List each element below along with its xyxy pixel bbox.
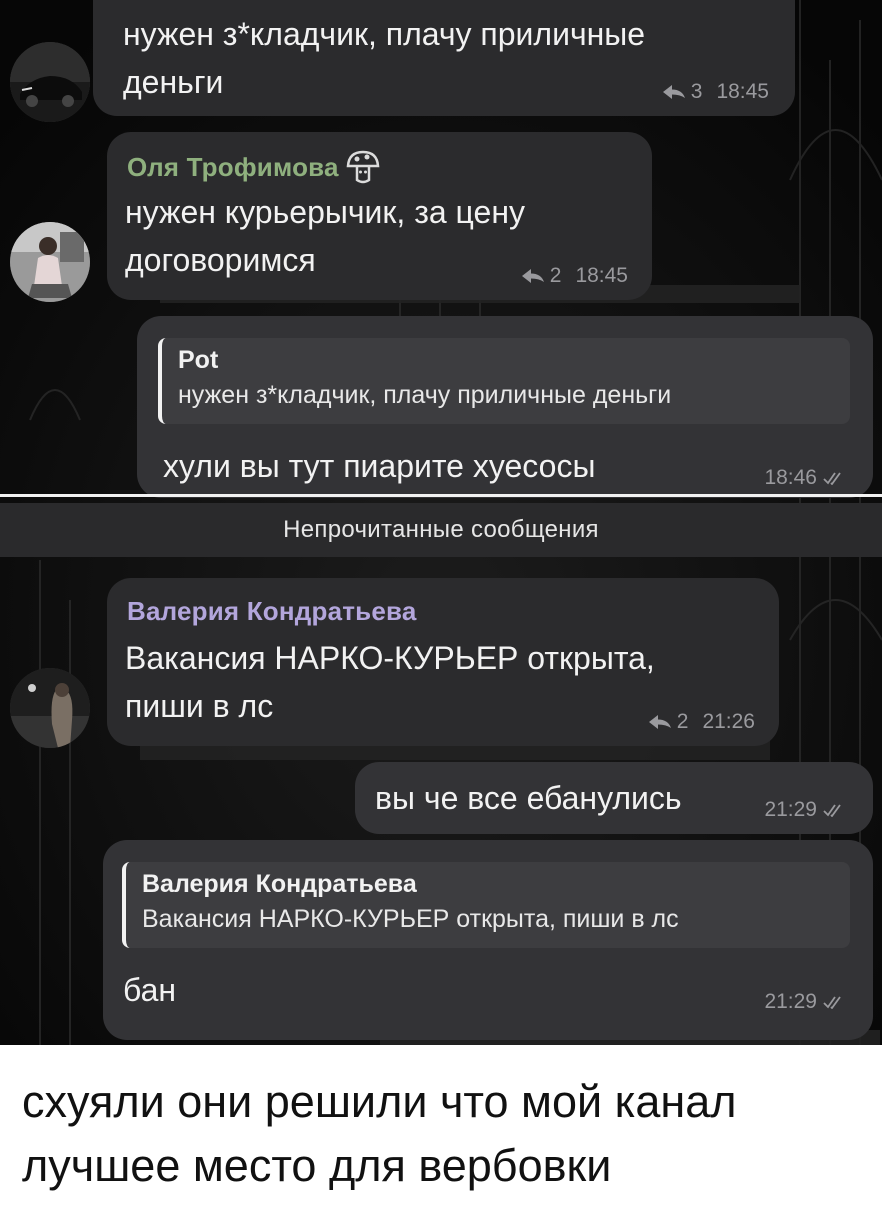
quote-text: нужен з*кладчик, плачу приличные деньги [178, 381, 672, 409]
caption-text: схуяли они решили что мой канал лучшее м… [22, 1076, 737, 1191]
quote-sender: Pot [178, 346, 219, 374]
message-time: 18:45 [575, 264, 628, 287]
unread-divider-label: Непрочитанные сообщения [283, 516, 599, 543]
message-time: 21:29 [764, 798, 817, 821]
reply-arrow-icon [521, 269, 544, 283]
night-avatar[interactable] [10, 668, 90, 748]
message-text-line: договоримся [125, 242, 316, 278]
reply-quote[interactable]: Валерия Кондратьева Вакансия НАРКО-КУРЬЕ… [122, 862, 850, 948]
separator-line [0, 494, 882, 497]
message-time: 21:29 [764, 990, 817, 1013]
reply-count: 2 [549, 264, 562, 287]
quote-text: Вакансия НАРКО-КУРЬЕР открыта, пиши в лс [142, 905, 679, 933]
chat-area[interactable]: нужен з*кладчик, плачу приличные деньги … [0, 0, 882, 1045]
sender-name[interactable]: Валерия Кондратьева [127, 596, 417, 627]
own-message-bubble[interactable]: Валерия Кондратьева Вакансия НАРКО-КУРЬЕ… [103, 840, 873, 1040]
double-check-icon [823, 804, 841, 817]
reply-arrow-icon [662, 85, 685, 99]
message-text-line: Вакансия НАРКО-КУРЬЕР открыта, [125, 640, 655, 676]
message-text-line: пиши в лс [125, 688, 274, 724]
girl-avatar[interactable] [10, 222, 90, 302]
message-text-line: деньги [123, 64, 224, 100]
message-text-line: нужен курьерычик, за цену [125, 194, 525, 230]
sender-name[interactable]: Оля Трофимова [127, 152, 339, 183]
message-time: 21:26 [702, 710, 755, 733]
message-bubble[interactable]: нужен з*кладчик, плачу приличные деньги … [93, 0, 795, 116]
message-text-line: нужен з*кладчик, плачу приличные [123, 16, 646, 52]
quote-sender: Валерия Кондратьева [142, 870, 417, 898]
message-time: 18:46 [764, 466, 817, 489]
message-text: хули вы тут пиарите хуесосы [163, 448, 596, 484]
message-bubble[interactable]: Оля Трофимова нужен курьерычик, за цену … [107, 132, 652, 300]
reply-count: 3 [690, 80, 703, 103]
message-time: 18:45 [716, 80, 769, 103]
double-check-icon [823, 472, 841, 485]
mushroom-icon [346, 150, 379, 184]
message-text: вы че все ебанулись [375, 780, 682, 816]
unread-divider: Непрочитанные сообщения [0, 503, 882, 557]
own-message-bubble[interactable]: вы че все ебанулись 21:29 [355, 762, 873, 834]
reply-arrow-icon [648, 715, 671, 729]
reply-quote[interactable]: Pot нужен з*кладчик, плачу приличные ден… [158, 338, 850, 424]
car-avatar[interactable] [10, 42, 90, 122]
message-text: бан [123, 972, 177, 1008]
double-check-icon [823, 996, 841, 1009]
own-message-bubble[interactable]: Pot нужен з*кладчик, плачу приличные ден… [137, 316, 873, 498]
message-bubble[interactable]: Валерия Кондратьева Вакансия НАРКО-КУРЬЕ… [107, 578, 779, 746]
reply-count: 2 [676, 710, 689, 733]
